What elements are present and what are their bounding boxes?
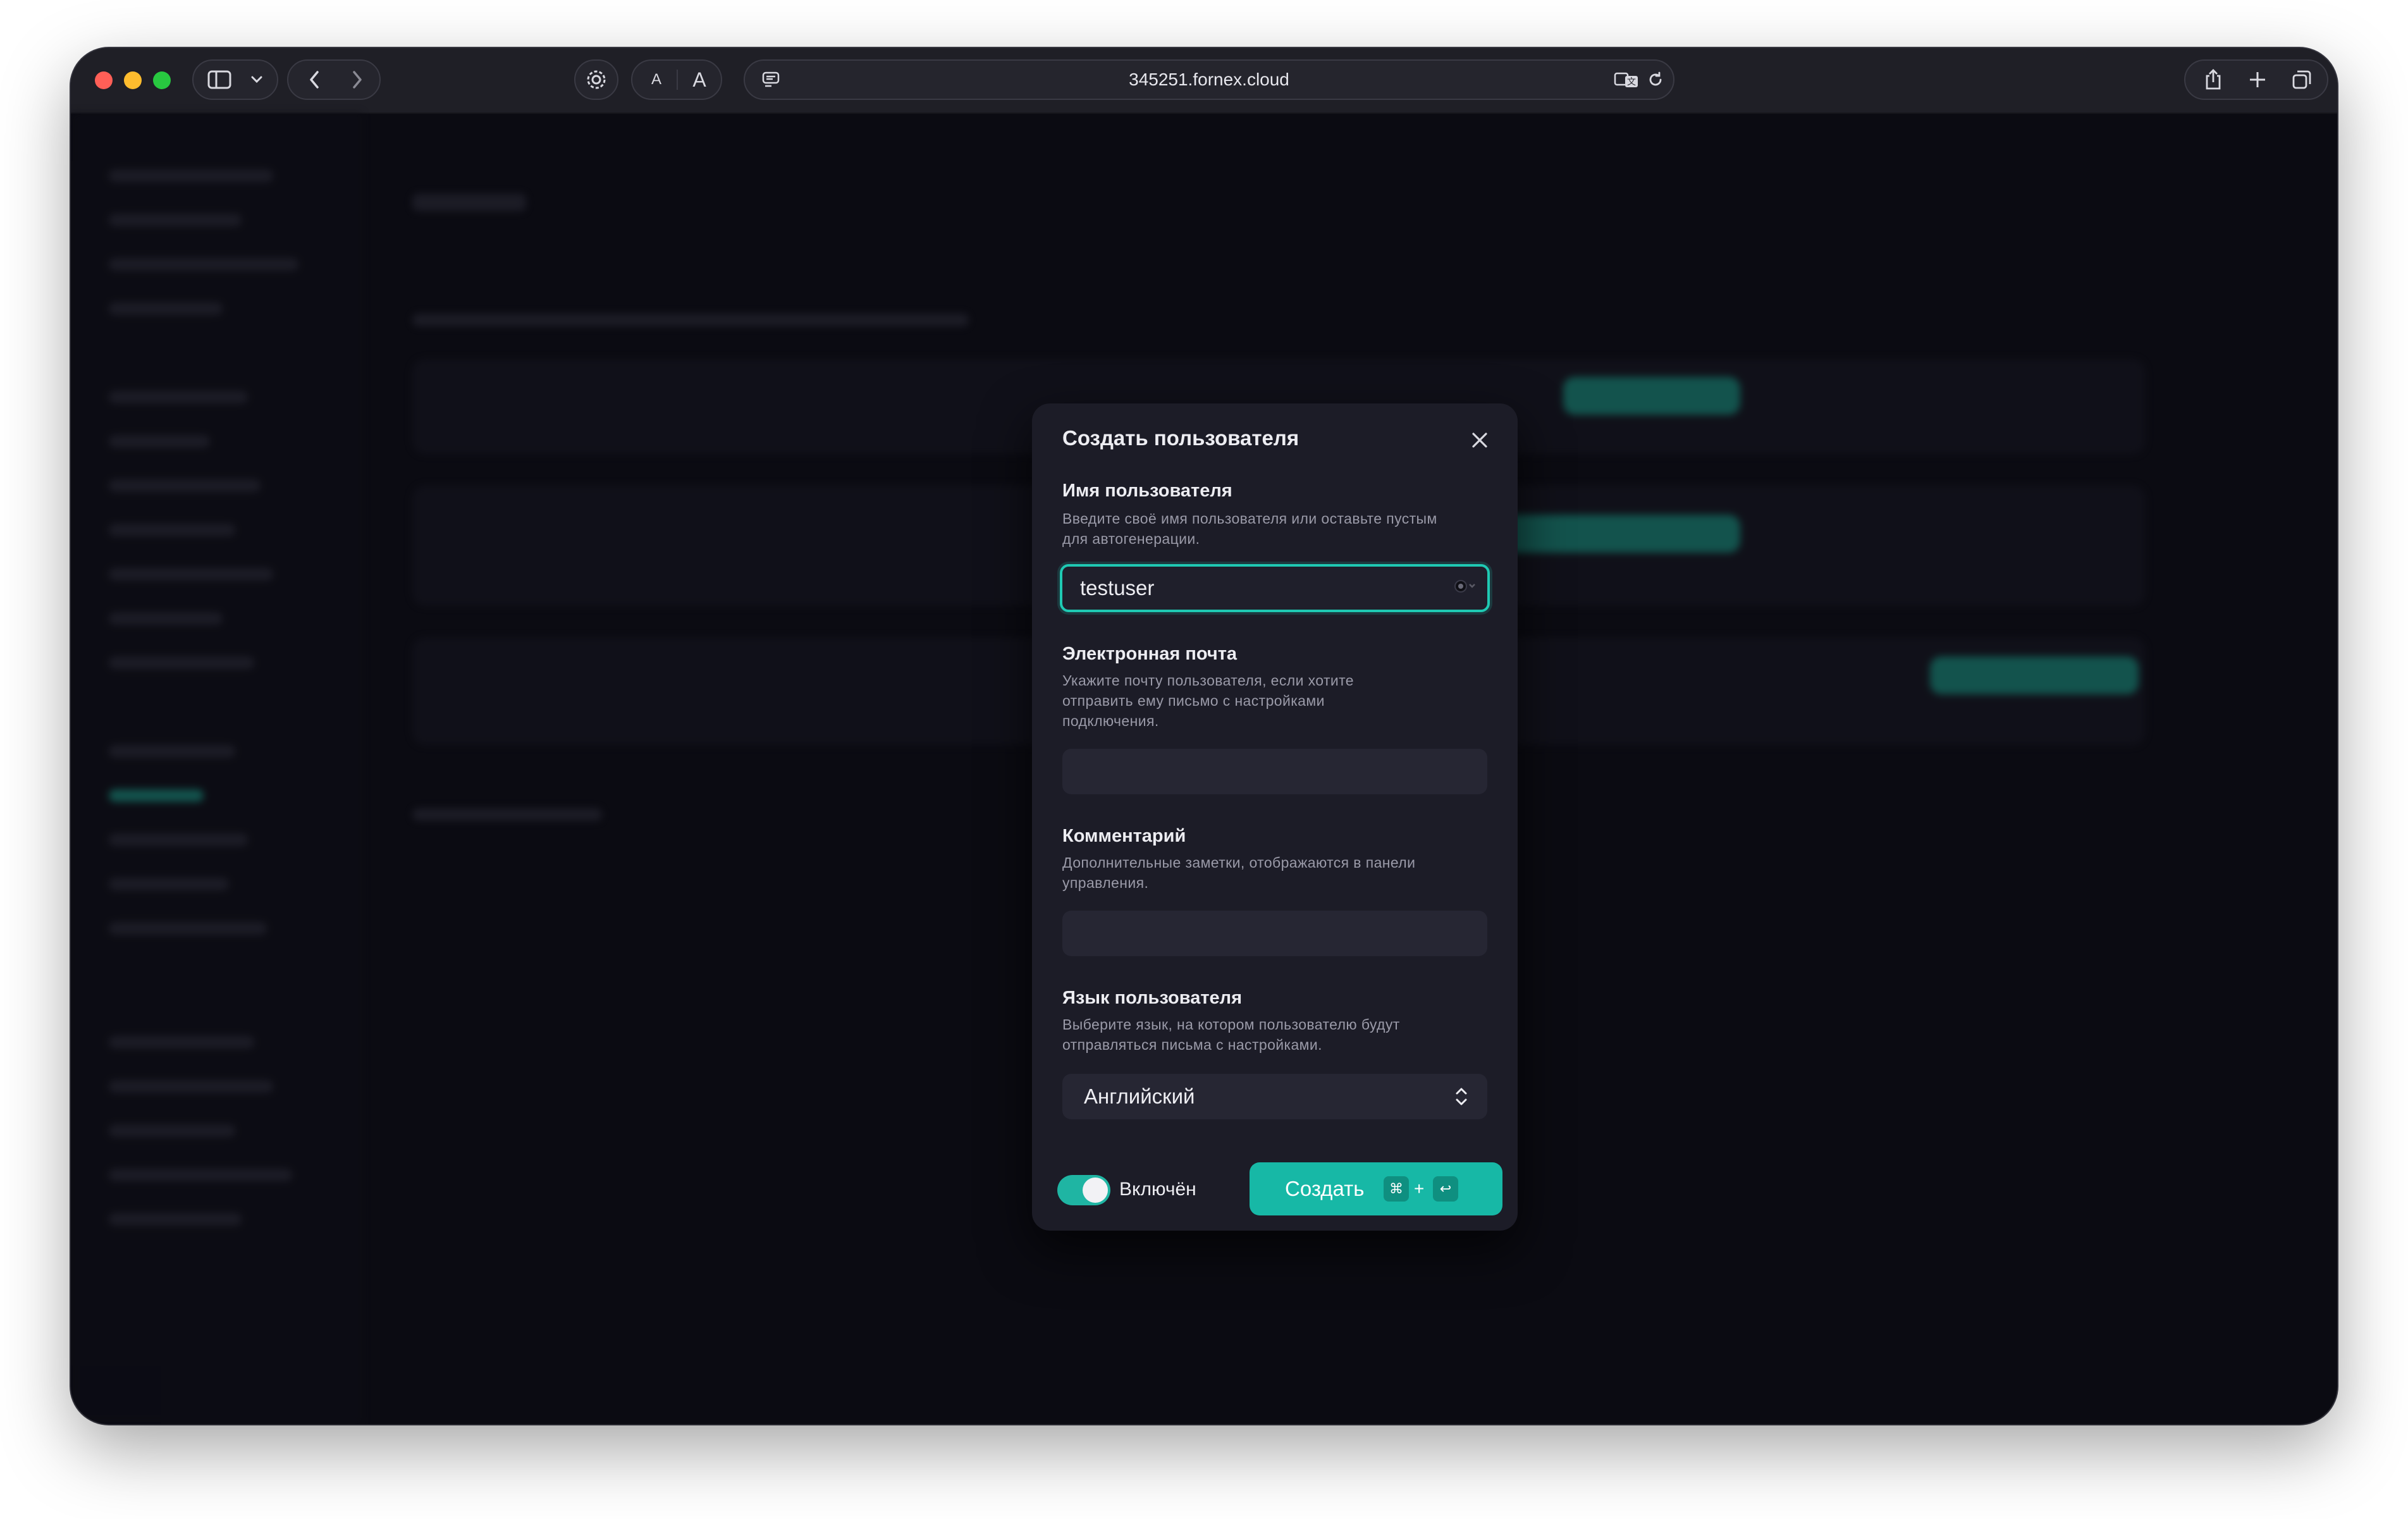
username-label: Имя пользователя	[1062, 481, 1232, 501]
reload-icon[interactable]	[1643, 61, 1668, 99]
language-label: Язык пользователя	[1062, 988, 1243, 1008]
settings-group[interactable]	[574, 59, 618, 100]
background-sidebar	[71, 113, 362, 1424]
svg-text:文: 文	[1627, 77, 1636, 87]
sidebar-toggle-group[interactable]	[192, 59, 278, 100]
minimize-window-button[interactable]	[124, 71, 142, 89]
font-size-group: A A	[631, 59, 722, 100]
zoom-window-button[interactable]	[153, 71, 171, 89]
back-icon[interactable]	[298, 61, 330, 99]
chevron-up-down-icon	[1453, 1084, 1470, 1109]
tab-overview-icon[interactable]	[2283, 61, 2321, 99]
create-button[interactable]: Создать ⌘ + ↩	[1250, 1162, 1502, 1215]
create-button-label: Создать	[1285, 1177, 1365, 1200]
comment-label: Комментарий	[1062, 826, 1186, 846]
email-hint: Укажите почту пользователя, если хотите …	[1062, 672, 1354, 729]
close-icon[interactable]	[1467, 427, 1492, 453]
chevron-down-icon[interactable]	[244, 61, 269, 99]
font-divider	[677, 70, 678, 90]
username-hint: Введите своё имя пользователя или оставь…	[1062, 510, 1437, 547]
command-key-icon: ⌘	[1384, 1176, 1409, 1202]
return-key-icon: ↩	[1433, 1176, 1458, 1202]
email-field[interactable]	[1062, 749, 1487, 794]
share-icon[interactable]	[2194, 61, 2232, 99]
create-user-dialog: Создать пользователя Имя пользователя Вв…	[1032, 403, 1518, 1231]
language-hint: Выберите язык, на котором пользователю б…	[1062, 1016, 1400, 1053]
comment-hint: Дополнительные заметки, отображаются в п…	[1062, 854, 1416, 891]
dialog-title: Создать пользователя	[1062, 426, 1299, 450]
shortcut-plus: +	[1414, 1179, 1425, 1198]
nav-group	[287, 59, 381, 100]
address-bar[interactable]: 345251.fornex.cloud 文	[744, 59, 1674, 100]
eye-icon[interactable]	[1452, 577, 1480, 596]
toggle-knob	[1083, 1178, 1108, 1203]
url-text[interactable]: 345251.fornex.cloud	[745, 61, 1673, 99]
browser-toolbar: A A 345251.fornex.cloud 文	[71, 48, 2337, 114]
window-actions-group	[2184, 59, 2328, 100]
email-label: Электронная почта	[1062, 644, 1238, 664]
comment-field[interactable]	[1062, 911, 1487, 956]
language-selected-value: Английский	[1084, 1085, 1195, 1108]
username-input[interactable]	[1060, 564, 1490, 612]
increase-font-button[interactable]: A	[680, 61, 718, 99]
new-tab-icon[interactable]	[2239, 61, 2276, 99]
gear-icon[interactable]	[575, 61, 617, 99]
enabled-toggle[interactable]	[1057, 1175, 1110, 1205]
enabled-label: Включён	[1119, 1179, 1196, 1200]
translate-icon[interactable]: 文	[1611, 61, 1642, 99]
language-select[interactable]: Английский	[1062, 1074, 1487, 1119]
close-window-button[interactable]	[95, 71, 113, 89]
sidebar-icon[interactable]	[204, 61, 235, 99]
decrease-font-button[interactable]: A	[639, 61, 674, 99]
browser-window: A A 345251.fornex.cloud 文 Создать пользо…	[71, 48, 2337, 1424]
forward-icon[interactable]	[341, 61, 373, 99]
